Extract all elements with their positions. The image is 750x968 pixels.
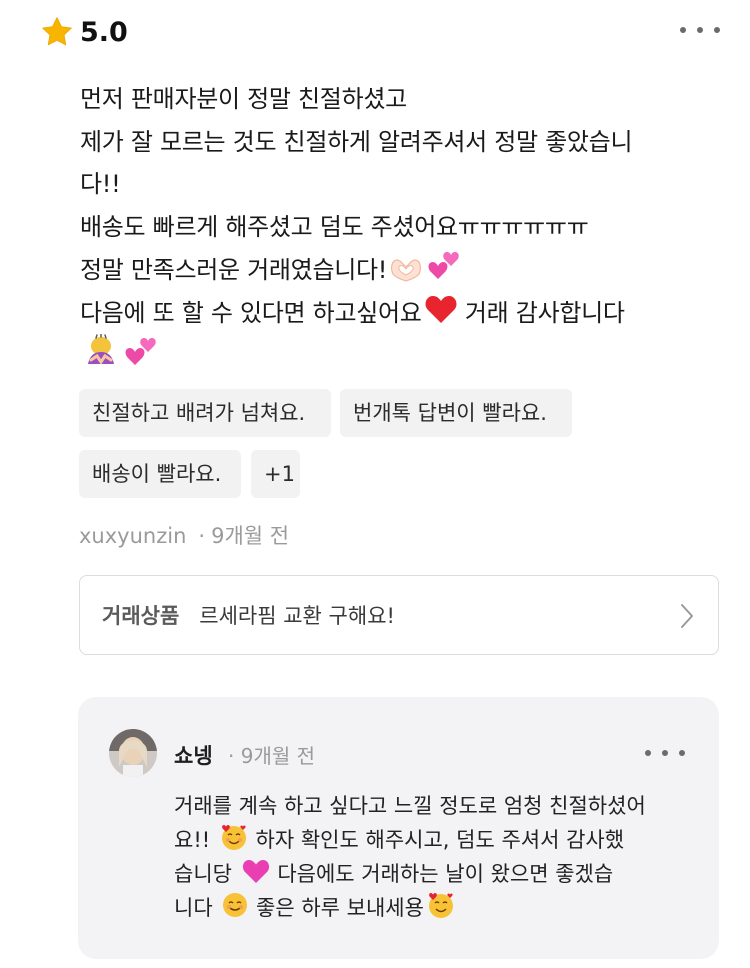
reply-line: 습니당	[174, 862, 232, 886]
person-bowing-emoji-icon	[88, 334, 114, 365]
review-tag: 친절하고 배려가 넘쳐요.	[79, 389, 331, 437]
review-more-button[interactable]	[680, 20, 720, 40]
reply-line: 요!!	[174, 828, 211, 852]
reply-time: · 9개월 전	[228, 740, 315, 769]
reply-separator: ·	[228, 744, 235, 768]
seller-reply: 쇼넹 · 9개월 전 거래를 계속 하고 싶다고 느낄 정도로 엄청 친절하셨어…	[78, 697, 719, 959]
rating-value: 5.0	[80, 16, 128, 48]
review-line: 다!!	[80, 170, 121, 198]
two-hearts-emoji-icon	[428, 252, 459, 279]
review-line: 제가 잘 모르는 것도 친절하게 알려주셔서 정말 좋았습니	[80, 127, 633, 156]
review-line-emoji-row	[80, 334, 710, 378]
chevron-right-icon	[681, 604, 693, 628]
reply-author-name: 쇼넹	[174, 744, 213, 768]
product-title: 르세라핌 교환 구해요!	[199, 604, 395, 628]
reply-line: 하자 확인도 해주시고, 덤도 주셔서 감사했	[255, 828, 625, 852]
more-icon	[680, 27, 686, 33]
reply-line-with-emoji: 습니당 다음에도 거래하는 날이 왔으면 좋겠습	[174, 857, 694, 891]
review-line: 배송도 빠르게 해주셨고 덤도 주셨어요ㅠㅠㅠㅠㅠㅠ	[80, 212, 589, 241]
two-hearts-emoji-icon	[125, 338, 156, 365]
star-icon	[42, 17, 72, 46]
reply-line: 다음에도 거래하는 날이 왔으면 좋겠습	[277, 862, 614, 886]
product-label: 거래상품	[102, 604, 180, 628]
review-line: 다음에 또 할 수 있다면 하고싶어요	[80, 298, 422, 327]
avatar-image	[109, 729, 157, 777]
reply-more-button[interactable]	[645, 743, 685, 763]
reply-text: 거래를 계속 하고 싶다고 느낄 정도로 엄청 친절하셨어 요!! 하자 확인도…	[174, 789, 694, 925]
more-tags-button[interactable]: +1	[251, 450, 300, 498]
more-icon-dot	[679, 750, 685, 756]
review-line-with-emoji: 다음에 또 할 수 있다면 하고싶어요 거래 감사합니다	[80, 292, 710, 335]
more-icon-dot	[714, 27, 720, 33]
author-name: xuxyunzin	[79, 524, 187, 548]
review-tag: 배송이 빨라요.	[79, 450, 241, 498]
meta-separator: ·	[198, 524, 206, 548]
avatar[interactable]	[109, 729, 157, 777]
reply-line-with-emoji: 요!! 하자 확인도 해주시고, 덤도 주셔서 감사했	[174, 823, 694, 857]
review-text: 먼저 판매자분이 정말 친절하셨고 제가 잘 모르는 것도 친절하게 알려주셔서…	[80, 78, 710, 378]
reply-line: 좋은 하루 보내세용	[256, 896, 424, 920]
review-tag: 번개톡 답변이 빨라요.	[340, 389, 572, 437]
more-icon-dot	[697, 27, 703, 33]
review-line-with-emoji: 정말 만족스러운 거래였습니다!	[80, 248, 710, 292]
smiling-face-with-hearts-emoji-icon	[221, 825, 246, 850]
heart-hands-emoji-icon	[391, 259, 422, 282]
review-line: 먼저 판매자분이 정말 친절하셨고	[80, 85, 407, 113]
smiling-face-with-hearts-emoji-icon	[428, 893, 453, 918]
review-line: 거래 감사합니다	[457, 298, 625, 327]
review-meta: xuxyunzin · 9개월 전	[79, 520, 289, 550]
reply-line: 거래를 계속 하고 싶다고 느낄 정도로 엄청 친절하셨어	[174, 794, 646, 818]
reply-line: 니다	[174, 896, 213, 920]
more-icon-dot	[662, 750, 668, 756]
review-time: 9개월 전	[211, 524, 290, 548]
rating-row: 5.0	[40, 12, 128, 52]
product-card[interactable]: 거래상품 르세라핌 교환 구해요!	[79, 575, 719, 655]
red-heart-emoji-icon	[425, 295, 457, 323]
pink-heart-emoji-icon	[242, 860, 269, 883]
review-line: 정말 만족스러운 거래였습니다!	[80, 256, 388, 284]
smiling-face-emoji-icon	[223, 893, 248, 917]
reply-line-with-emoji: 니다 좋은 하루 보내세용	[174, 891, 694, 925]
more-icon	[645, 750, 651, 756]
reply-time-value: 9개월 전	[240, 744, 316, 768]
